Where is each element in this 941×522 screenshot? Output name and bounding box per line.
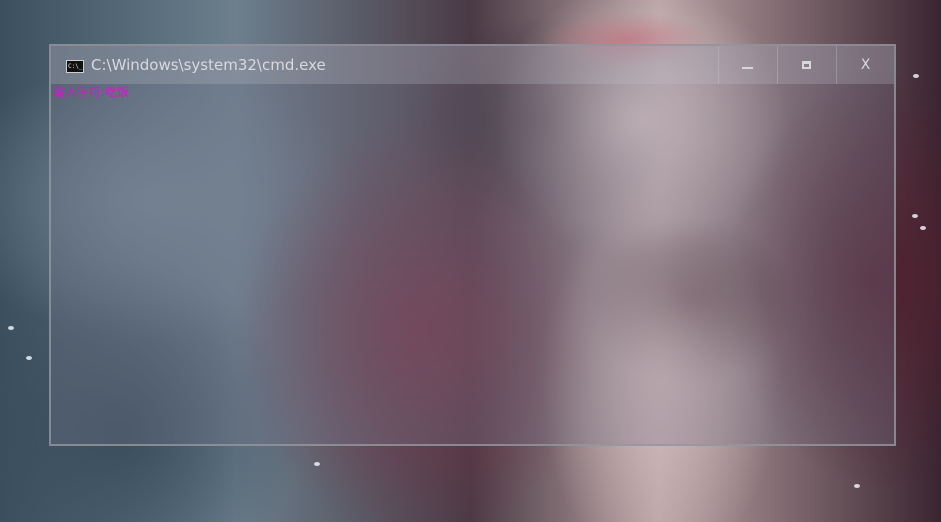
snowflake <box>314 462 320 466</box>
minimize-button[interactable] <box>718 46 776 84</box>
cmd-app-icon[interactable]: C:\_ <box>66 60 84 73</box>
close-icon: X <box>860 57 871 73</box>
window-title: C:\Windows\system32\cmd.exe <box>91 56 326 74</box>
snowflake <box>912 214 918 218</box>
minimize-icon <box>742 67 753 69</box>
snowflake <box>8 326 14 330</box>
snowflake <box>913 74 919 78</box>
snowflake <box>26 356 32 360</box>
snowflake <box>854 484 860 488</box>
console-output[interactable]: 输入字符:吃饭 <box>51 84 894 444</box>
maximize-icon <box>802 61 811 69</box>
cmd-window[interactable]: C:\_ C:\Windows\system32\cmd.exe X 输入字符:… <box>49 44 896 446</box>
maximize-button[interactable] <box>777 46 835 84</box>
close-button[interactable]: X <box>836 46 894 84</box>
snowflake <box>920 226 926 230</box>
title-bar[interactable]: C:\_ C:\Windows\system32\cmd.exe X <box>51 46 894 84</box>
console-line: 输入字符:吃饭 <box>53 85 130 99</box>
